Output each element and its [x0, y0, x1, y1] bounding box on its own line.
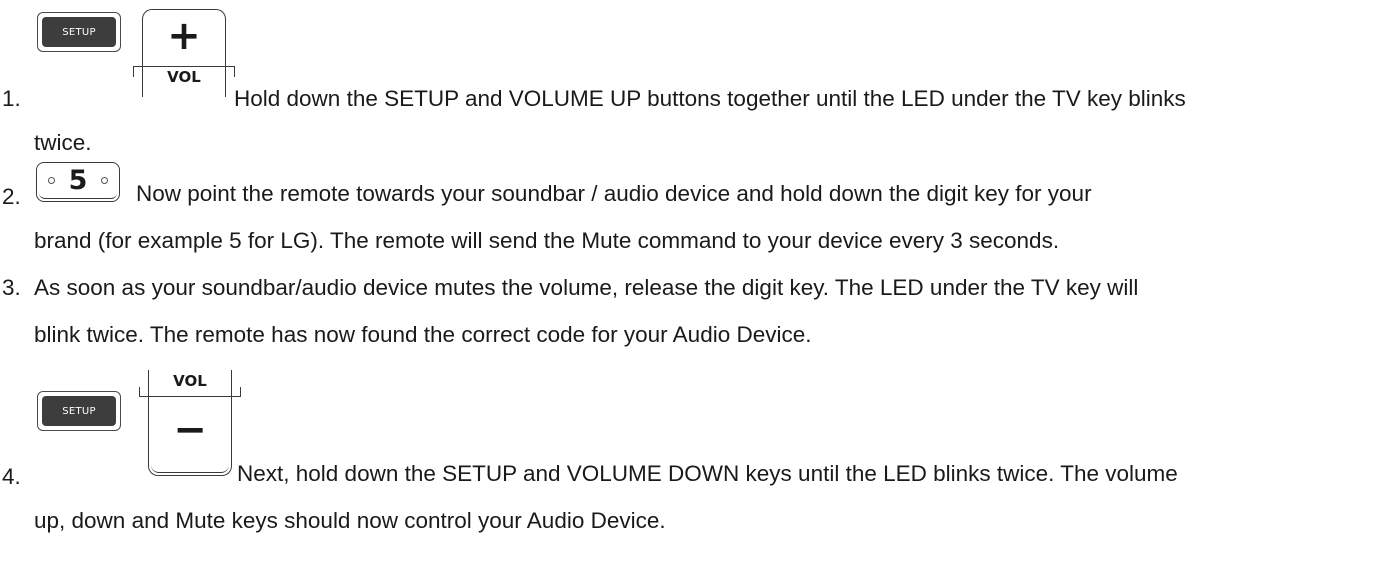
plus-sign: +	[167, 13, 201, 59]
step-3-line-2: blink twice. The remote has now found th…	[34, 322, 812, 347]
step-4-number: 4.	[2, 464, 21, 489]
digit-5-key-icon: 5	[36, 162, 120, 202]
setup-key-icon: SETUP	[37, 12, 121, 52]
step-2-number: 2.	[2, 184, 21, 209]
step-3-line-1: As soon as your soundbar/audio device mu…	[34, 275, 1139, 300]
setup-key-icon: SETUP	[37, 391, 121, 431]
instruction-page: SETUP + VOL 1. Hold down the SETUP and V…	[0, 0, 1398, 561]
step-1-number: 1.	[2, 86, 21, 111]
step-1-line-1: Hold down the SETUP and VOLUME UP button…	[234, 86, 1186, 111]
minus-sign: −	[173, 407, 207, 453]
setup-key-label: SETUP	[42, 396, 116, 426]
volume-up-key-icon: + VOL	[133, 9, 235, 97]
step-4-line-1: Next, hold down the SETUP and VOLUME DOW…	[237, 461, 1178, 486]
step-4-line-2: up, down and Mute keys should now contro…	[34, 508, 666, 533]
step-1-line-2: twice.	[34, 130, 92, 155]
step-2-line-2: brand (for example 5 for LG). The remote…	[34, 228, 1060, 253]
vol-label: VOL	[167, 68, 201, 86]
step-3-number: 3.	[2, 275, 21, 300]
volume-down-key-icon: VOL −	[139, 370, 241, 476]
vol-label: VOL	[173, 372, 207, 390]
dot-icon	[101, 177, 108, 184]
step-2-line-1: Now point the remote towards your soundb…	[136, 181, 1092, 206]
setup-key-label: SETUP	[42, 17, 116, 47]
vol-divider	[139, 387, 241, 397]
